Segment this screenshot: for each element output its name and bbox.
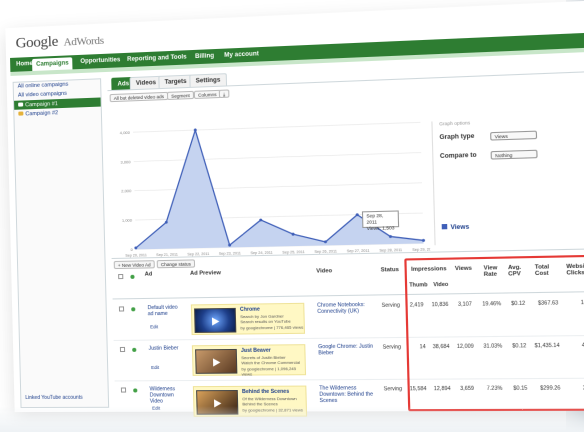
logo-product: AdWords (63, 34, 104, 49)
folder-icon (18, 102, 24, 107)
graph-options: Graph options Graph type Views Compare t… (431, 115, 584, 246)
col-ad-preview[interactable]: Ad Preview (190, 270, 221, 277)
video-link[interactable]: Chrome Notebooks: Connectivity (UK) (317, 302, 377, 315)
y-tick-label: 0 (130, 247, 133, 252)
compare-row: Compare to Nothing (440, 145, 584, 169)
filter-dropdown[interactable]: All but deleted video ads (109, 91, 169, 103)
legend-label: Views (450, 224, 470, 232)
preview-line: Search results on YouTube (240, 318, 291, 325)
col-ad[interactable]: Ad (145, 271, 153, 277)
ad-preview: Chrome Search by Jon Gardner Search resu… (190, 302, 306, 336)
status-dot (132, 347, 137, 352)
status-text: Serving (382, 344, 402, 351)
folder-icon (18, 111, 24, 116)
sidebar-item-label: Campaign #1 (25, 101, 58, 109)
preview-line: by googlechrome | 776,465 views (240, 324, 304, 331)
video-thumbnail[interactable] (194, 307, 237, 333)
preview-title: Behind the Scenes (241, 388, 290, 396)
ad-preview: Just Beaver Secrets of Justin Bieber Wat… (191, 344, 307, 377)
edit-link[interactable]: Edit (151, 365, 159, 370)
chart-svg: 4,0003,0002,0001,0000Sep 20, 2011 Sep 21,… (120, 94, 430, 258)
y-tick-label: 4,000 (120, 130, 131, 135)
ad-name-link[interactable]: Default video ad name (148, 305, 179, 318)
segment-dropdown[interactable]: Segment (166, 90, 195, 101)
logo-google: Google (15, 33, 59, 52)
bottom-fade (0, 406, 584, 432)
graph-options-title: Graph options (439, 120, 471, 127)
preview-title: Chrome (239, 306, 260, 313)
tooltip-views: Views: 1,503 (366, 225, 395, 232)
ad-name-link[interactable]: Justin Bieber (149, 345, 180, 351)
change-status-button[interactable]: Change status (156, 259, 196, 269)
nav-billing[interactable]: Billing (191, 49, 219, 64)
row-checkbox[interactable] (119, 346, 126, 353)
tooltip-date: Sep 28, 2011 (366, 212, 384, 225)
play-icon (211, 317, 220, 326)
y-tick-label: 2,000 (121, 188, 132, 193)
download-icon[interactable]: ⤓ (218, 89, 230, 99)
adwords-logo: Google AdWords (15, 32, 104, 53)
compare-label: Compare to (439, 152, 477, 161)
video-thumbnail[interactable] (195, 348, 238, 374)
col-status[interactable]: Status (381, 267, 399, 274)
main-panel: Ads Videos Targets Settings All but dele… (107, 58, 584, 417)
screenshot-stage: Google AdWords Home Campaigns Opportunit… (0, 0, 584, 432)
play-icon (212, 358, 221, 367)
edit-link[interactable]: Edit (150, 324, 158, 329)
views-legend: Views (441, 223, 470, 232)
views-chart: 4,000 3,000 2,000 1,000 0 Sep 20, 2011 Sep 21,… (108, 94, 430, 258)
chart-tooltip: Sep 28, 2011 Views: 1,503 (361, 210, 400, 231)
video-link[interactable]: The Wilderness Downtown: Behind the Scen… (319, 385, 380, 404)
y-tick-label: 1,000 (122, 218, 133, 223)
graph-type-select[interactable]: Views (490, 130, 538, 141)
adwords-window: Google AdWords Home Campaigns Opportunit… (5, 0, 584, 417)
grid-line (134, 153, 422, 162)
row-checkbox[interactable] (120, 387, 127, 393)
sidebar-item-label: Campaign #2 (25, 110, 59, 118)
compare-select[interactable]: Nothing (490, 149, 538, 160)
graph-type-label: Graph type (439, 133, 475, 142)
status-text: Serving (383, 386, 403, 393)
status-dot (133, 388, 138, 393)
legend-swatch (441, 223, 448, 230)
col-video[interactable]: Video (316, 268, 332, 275)
new-video-ad-button[interactable]: + New Video Ad (113, 260, 155, 270)
video-link[interactable]: Google Chrome: Justin Bieber (318, 343, 378, 357)
status-dot (131, 307, 136, 312)
preview-line: by googlechrome | 1,096,245 views (241, 365, 297, 377)
row-checkbox[interactable] (118, 306, 125, 312)
columns-dropdown[interactable]: Columns (193, 89, 221, 99)
preview-title: Just Beaver (240, 347, 271, 355)
metrics-highlight-box (404, 254, 584, 412)
preview-line: Watch the Chrome Commercial (241, 359, 301, 366)
y-tick-label: 3,000 (120, 159, 131, 164)
ad-name-link[interactable]: Wilderness Downtown Video (150, 386, 181, 404)
grid-line (133, 122, 420, 132)
data-point[interactable] (193, 128, 197, 132)
select-all-checkbox[interactable] (118, 273, 124, 280)
status-dot (130, 274, 135, 279)
linked-youtube-accounts-link[interactable]: Linked YouTube accounts (25, 395, 82, 401)
campaign-sidebar: All online campaigns All video campaigns… (12, 78, 110, 409)
status-text: Serving (381, 302, 401, 309)
sidebar-item-campaign-2[interactable]: Campaign #2 (14, 107, 101, 119)
